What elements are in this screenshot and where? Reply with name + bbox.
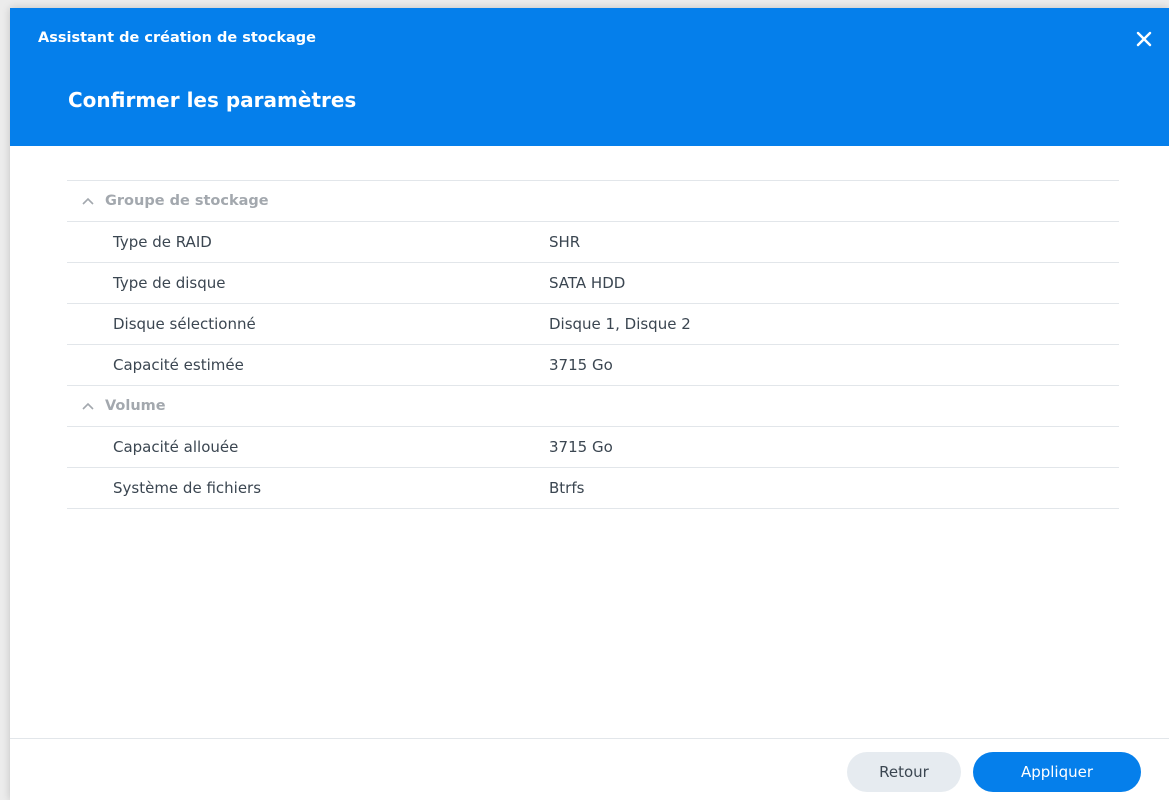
table-row: Capacité allouée 3715 Go xyxy=(67,427,1119,468)
row-value: SATA HDD xyxy=(549,274,626,292)
row-label: Capacité allouée xyxy=(113,438,239,456)
table-row: Disque sélectionné Disque 1, Disque 2 xyxy=(67,304,1119,345)
table-row: Type de disque SATA HDD xyxy=(67,263,1119,304)
dialog-header: Assistant de création de stockage Confir… xyxy=(10,8,1169,146)
section-title: Volume xyxy=(105,398,166,414)
row-label: Type de RAID xyxy=(113,233,212,251)
row-value: 3715 Go xyxy=(549,356,613,374)
back-button[interactable]: Retour xyxy=(847,752,961,792)
dialog-footer: Retour Appliquer xyxy=(10,738,1169,800)
row-value: 3715 Go xyxy=(549,438,613,456)
close-icon[interactable] xyxy=(1133,28,1155,50)
row-label: Type de disque xyxy=(113,274,226,292)
section-header-storage-pool[interactable]: Groupe de stockage xyxy=(67,181,1119,222)
chevron-up-icon xyxy=(82,197,94,205)
row-label: Capacité estimée xyxy=(113,356,244,374)
storage-wizard-dialog: Assistant de création de stockage Confir… xyxy=(10,8,1169,800)
row-value: SHR xyxy=(549,233,581,251)
table-row: Système de fichiers Btrfs xyxy=(67,468,1119,509)
row-value: Disque 1, Disque 2 xyxy=(549,315,691,333)
settings-summary: Groupe de stockage Type de RAID SHR Type… xyxy=(67,180,1119,509)
row-label: Système de fichiers xyxy=(113,479,262,497)
chevron-up-icon xyxy=(82,402,94,410)
apply-button[interactable]: Appliquer xyxy=(973,752,1141,792)
page-title: Confirmer les paramètres xyxy=(68,88,357,112)
section-title: Groupe de stockage xyxy=(105,193,269,209)
table-row: Type de RAID SHR xyxy=(67,222,1119,263)
wizard-title: Assistant de création de stockage xyxy=(38,30,316,46)
row-label: Disque sélectionné xyxy=(113,315,256,333)
row-value: Btrfs xyxy=(549,479,585,497)
table-row: Capacité estimée 3715 Go xyxy=(67,345,1119,386)
section-header-volume[interactable]: Volume xyxy=(67,386,1119,427)
